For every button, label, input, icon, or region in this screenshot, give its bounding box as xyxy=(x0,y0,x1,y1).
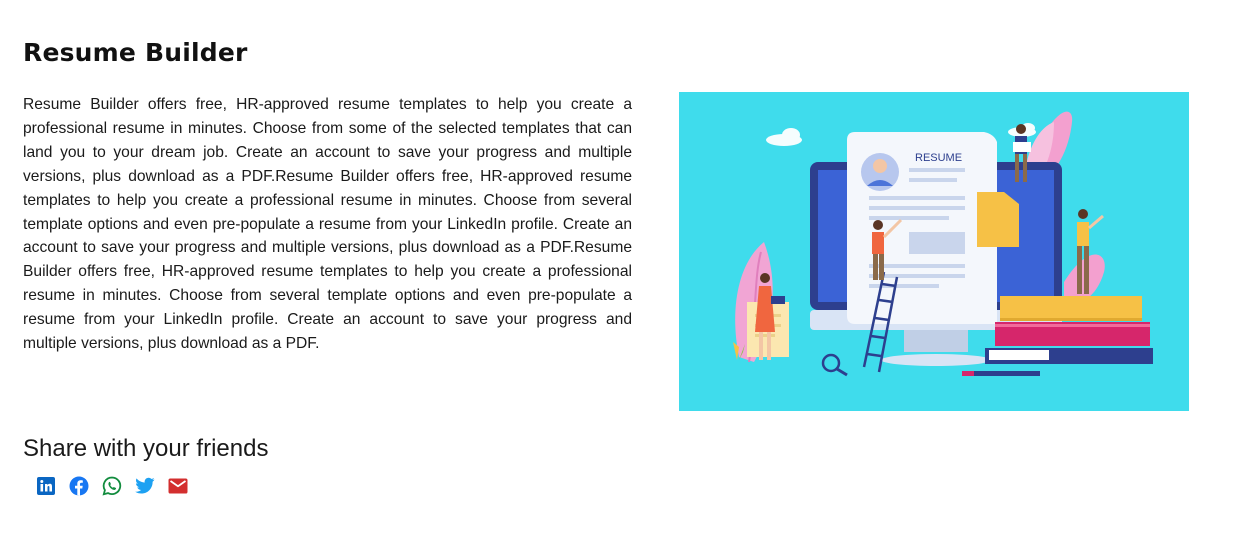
share-heading: Share with your friends xyxy=(23,435,269,462)
resume-illustration-art: RESUME xyxy=(733,111,1153,377)
share-twitter-button[interactable] xyxy=(135,476,155,496)
resume-illustration: RESUME xyxy=(679,92,1189,411)
resume-label: RESUME xyxy=(915,152,962,164)
page-title: Resume Builder xyxy=(23,38,248,67)
facebook-icon xyxy=(69,476,89,496)
twitter-icon xyxy=(135,477,155,494)
share-whatsapp-button[interactable] xyxy=(102,476,122,496)
share-facebook-button[interactable] xyxy=(69,476,89,496)
share-buttons xyxy=(36,476,188,496)
share-email-button[interactable] xyxy=(168,476,188,496)
whatsapp-icon xyxy=(102,476,122,496)
share-linkedin-button[interactable] xyxy=(36,476,56,496)
linkedin-icon xyxy=(37,477,55,495)
article-description: Resume Builder offers free, HR-approved … xyxy=(23,96,632,353)
email-icon xyxy=(168,478,188,494)
page: Resume Builder Resume Builder offers fre… xyxy=(0,0,1239,553)
